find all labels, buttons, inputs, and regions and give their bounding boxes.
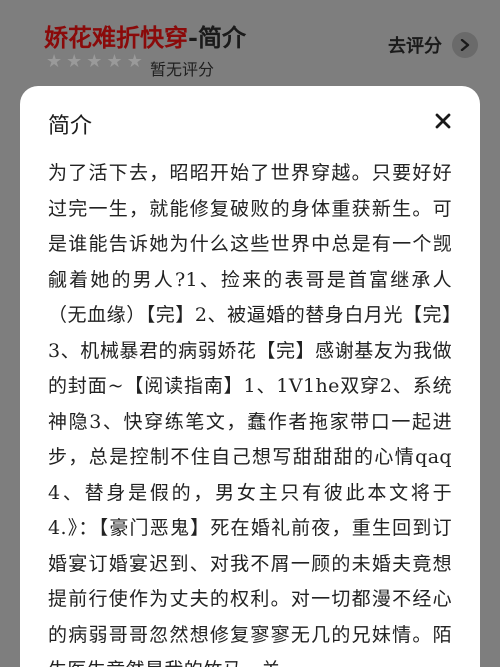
book-intro-page: 娇花难折快穿-简介 ★ ★ ★ ★ ★ 暂无评分 去评分 简介 为了活下去，昭昭… xyxy=(0,0,500,667)
book-title-suffix: -简介 xyxy=(188,23,246,52)
star-icon: ★ xyxy=(126,51,143,72)
intro-sheet: 简介 为了活下去，昭昭开始了世界穿越。只要好好过完一生，就能修复破败的身体重获新… xyxy=(20,86,480,667)
rate-button-label: 去评分 xyxy=(388,36,442,57)
overlay-left xyxy=(0,110,20,667)
intro-sheet-title: 简介 xyxy=(48,114,93,139)
book-title-name: 娇花难折快穿 xyxy=(44,23,188,52)
star-icon: ★ xyxy=(66,51,83,72)
rating-stars: ★ ★ ★ ★ ★ xyxy=(46,53,143,71)
star-icon: ★ xyxy=(106,51,123,72)
star-icon: ★ xyxy=(86,51,103,72)
book-title: 娇花难折快穿-简介 xyxy=(44,18,246,53)
intro-text: 为了活下去，昭昭开始了世界穿越。只要好好过完一生，就能修复破败的身体重获新生。可… xyxy=(48,162,452,667)
rating-status: 暂无评分 xyxy=(150,60,215,79)
rate-button[interactable]: 去评分 xyxy=(388,32,478,58)
chevron-right-icon xyxy=(452,32,478,58)
close-icon xyxy=(435,113,451,129)
close-button[interactable] xyxy=(430,108,456,134)
overlay-right xyxy=(480,110,500,667)
star-icon: ★ xyxy=(46,51,63,72)
